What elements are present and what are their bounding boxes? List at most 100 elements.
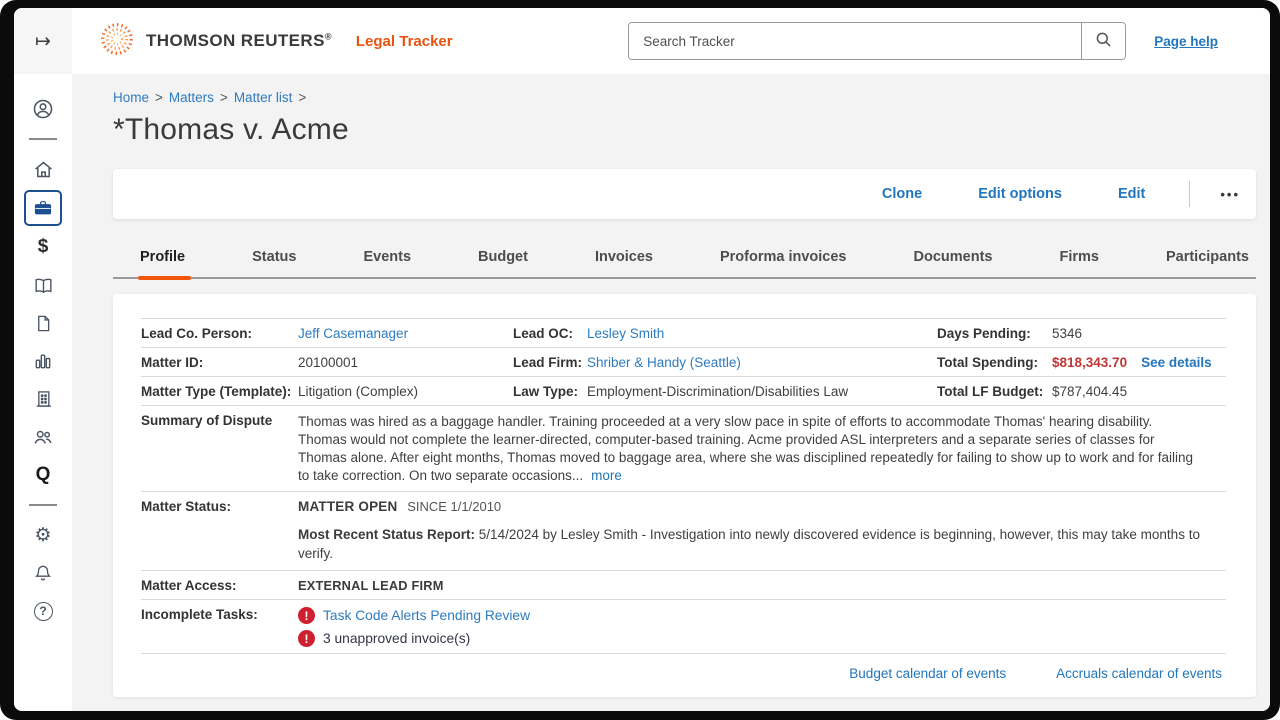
- tab-documents[interactable]: Documents: [914, 245, 993, 277]
- tab-budget[interactable]: Budget: [478, 245, 528, 277]
- profile-panel: Lead Co. Person: Jeff Casemanager Lead O…: [113, 294, 1256, 697]
- sidebar-item-settings[interactable]: ⚙: [24, 518, 62, 552]
- accruals-calendar-link[interactable]: Accruals calendar of events: [1056, 666, 1222, 681]
- breadcrumb-matters[interactable]: Matters: [169, 90, 214, 105]
- summary-of-dispute-row: Summary of Dispute Thomas was hired as a…: [141, 406, 1226, 492]
- profile-row-2: Matter ID: 20100001 Lead Firm: Shriber &…: [141, 348, 1226, 377]
- sidebar-divider: [29, 504, 57, 506]
- summary-text: Thomas was hired as a baggage handler. T…: [298, 413, 1226, 485]
- sidebar-item-notifications[interactable]: [24, 556, 62, 590]
- incomplete-tasks-row: Incomplete Tasks: ! Task Code Alerts Pen…: [141, 600, 1226, 654]
- sidebar-item-finance[interactable]: $: [24, 230, 62, 264]
- sidebar-item-help[interactable]: ?: [24, 594, 62, 628]
- thomson-reuters-logo-icon: [98, 20, 136, 63]
- edit-options-button[interactable]: Edit options: [978, 186, 1062, 202]
- sidebar-item-home[interactable]: [24, 152, 62, 186]
- alert-icon: !: [298, 607, 315, 624]
- search-button[interactable]: [1081, 23, 1125, 59]
- tab-participants[interactable]: Participants: [1166, 245, 1249, 277]
- action-toolbar: Clone Edit options Edit •••: [113, 169, 1256, 219]
- sidebar-divider: [29, 138, 57, 140]
- summary-label: Summary of Dispute: [141, 413, 298, 428]
- matter-status-label: Matter Status:: [141, 499, 298, 514]
- left-sidebar: ↦: [14, 8, 72, 711]
- brand-name: THOMSON REUTERS®: [146, 31, 332, 51]
- total-spending-value: $818,343.70: [1052, 355, 1127, 370]
- budget-calendar-link[interactable]: Budget calendar of events: [849, 666, 1006, 681]
- alert-icon: !: [298, 630, 315, 647]
- clone-button[interactable]: Clone: [882, 186, 922, 202]
- see-details-link[interactable]: See details: [1141, 355, 1212, 370]
- incomplete-tasks-list: ! Task Code Alerts Pending Review ! 3 un…: [298, 607, 530, 647]
- sidebar-item-firms[interactable]: [24, 382, 62, 416]
- window-frame: ↦: [0, 0, 1280, 720]
- registered-mark: ®: [325, 31, 332, 41]
- content-area: Home>Matters>Matter list> *Thomas v. Acm…: [72, 74, 1270, 711]
- tab-invoices[interactable]: Invoices: [595, 245, 653, 277]
- bell-icon: [33, 563, 53, 583]
- more-link[interactable]: more: [591, 468, 622, 483]
- total-lf-budget-label: Total LF Budget:: [937, 384, 1052, 399]
- matter-type-label: Matter Type (Template):: [141, 384, 298, 399]
- sidebar-item-knowledge[interactable]: [24, 268, 62, 302]
- expand-sidebar-icon[interactable]: ↦: [35, 30, 51, 53]
- breadcrumb-matter-list[interactable]: Matter list: [234, 90, 293, 105]
- task-item: ! Task Code Alerts Pending Review: [298, 607, 530, 624]
- profile-footer-links: Budget calendar of events Accruals calen…: [141, 654, 1226, 695]
- sidebar-collapse-area: ↦: [14, 8, 72, 74]
- page-help-link[interactable]: Page help: [1154, 34, 1218, 49]
- lead-firm-link[interactable]: Shriber & Handy (Seattle): [587, 355, 741, 370]
- sidebar-item-matters[interactable]: [24, 190, 62, 226]
- sidebar-icon-rail: $: [14, 74, 72, 632]
- page-title: *Thomas v. Acme: [113, 113, 1256, 147]
- matter-id-value: 20100001: [298, 355, 358, 370]
- tab-status[interactable]: Status: [252, 245, 296, 277]
- building-icon: [33, 389, 53, 409]
- main-column: THOMSON REUTERS® Legal Tracker Page help…: [72, 8, 1270, 711]
- lead-co-person-label: Lead Co. Person:: [141, 326, 298, 341]
- lead-co-person-link[interactable]: Jeff Casemanager: [298, 326, 408, 341]
- matter-tabs: Profile Status Events Budget Invoices Pr…: [113, 245, 1256, 279]
- law-type-label: Law Type:: [513, 384, 587, 399]
- question-icon: ?: [34, 602, 53, 621]
- sidebar-item-account[interactable]: [24, 92, 62, 126]
- profile-row-1: Lead Co. Person: Jeff Casemanager Lead O…: [141, 319, 1226, 348]
- search-bar: [628, 22, 1126, 60]
- lead-oc-label: Lead OC:: [513, 326, 587, 341]
- total-lf-budget-value: $787,404.45: [1052, 384, 1127, 399]
- sidebar-item-quick-search[interactable]: Q: [24, 458, 62, 492]
- briefcase-icon: [33, 198, 53, 218]
- sidebar-item-participants[interactable]: [24, 420, 62, 454]
- search-input[interactable]: [629, 23, 1081, 59]
- tab-firms[interactable]: Firms: [1059, 245, 1099, 277]
- tab-events[interactable]: Events: [363, 245, 411, 277]
- incomplete-tasks-label: Incomplete Tasks:: [141, 607, 298, 622]
- matter-access-label: Matter Access:: [141, 578, 298, 593]
- task-code-alerts-link[interactable]: Task Code Alerts Pending Review: [323, 608, 530, 623]
- total-spending-label: Total Spending:: [937, 355, 1052, 370]
- top-header: THOMSON REUTERS® Legal Tracker Page help: [72, 8, 1270, 74]
- people-icon: [32, 426, 54, 448]
- status-report-label: Most Recent Status Report:: [298, 527, 475, 542]
- task-item: ! 3 unapproved invoice(s): [298, 630, 530, 647]
- toolbar-divider: [1189, 181, 1190, 207]
- unapproved-invoices-text[interactable]: 3 unapproved invoice(s): [323, 631, 470, 646]
- tab-proforma-invoices[interactable]: Proforma invoices: [720, 245, 847, 277]
- matter-access-value: EXTERNAL LEAD FIRM: [298, 578, 444, 593]
- sidebar-item-documents[interactable]: [24, 306, 62, 340]
- lead-oc-link[interactable]: Lesley Smith: [587, 326, 664, 341]
- profile-fields: Lead Co. Person: Jeff Casemanager Lead O…: [141, 318, 1226, 654]
- lead-firm-label: Lead Firm:: [513, 355, 587, 370]
- breadcrumb-home[interactable]: Home: [113, 90, 149, 105]
- gear-icon: ⚙: [34, 526, 51, 545]
- book-icon: [33, 275, 54, 296]
- status-report-line: Most Recent Status Report: 5/14/2024 by …: [298, 526, 1226, 564]
- tab-profile[interactable]: Profile: [140, 245, 185, 277]
- days-pending-label: Days Pending:: [937, 326, 1052, 341]
- more-actions-button[interactable]: •••: [1220, 187, 1240, 202]
- product-name: Legal Tracker: [356, 33, 453, 50]
- edit-button[interactable]: Edit: [1118, 186, 1145, 202]
- brand-lockup: THOMSON REUTERS®: [98, 20, 332, 63]
- sidebar-item-reports[interactable]: [24, 344, 62, 378]
- matter-access-row: Matter Access: EXTERNAL LEAD FIRM: [141, 571, 1226, 600]
